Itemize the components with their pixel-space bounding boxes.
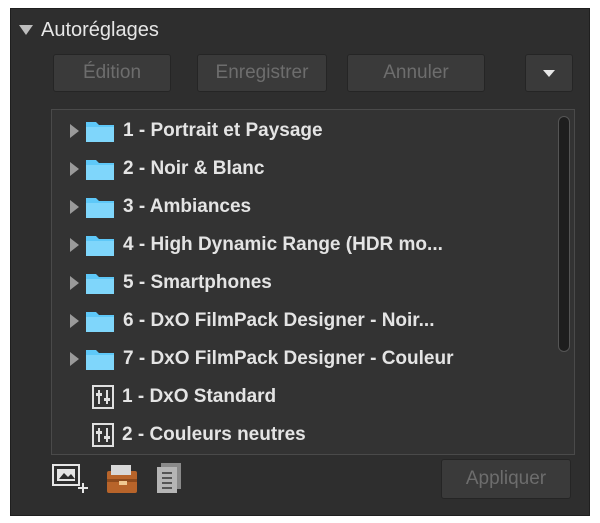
preset-folder-row[interactable]: 4 - High Dynamic Range (HDR mo...	[52, 226, 552, 264]
import-preset-icon[interactable]	[103, 461, 143, 495]
folder-label: 7 - DxO FilmPack Designer - Couleur	[123, 348, 454, 369]
folder-icon	[86, 236, 114, 256]
preset-folder-row[interactable]: 5 - Smartphones	[52, 264, 552, 302]
folder-icon	[86, 350, 114, 370]
export-preset-icon[interactable]	[153, 461, 193, 495]
folder-icon	[86, 160, 114, 180]
preset-item-row[interactable]: 2 - Couleurs neutres	[52, 416, 552, 454]
preset-item-row[interactable]: 1 - DxO Standard	[52, 378, 552, 416]
presets-panel: Autoréglages Édition Enregistrer Annuler…	[10, 8, 590, 516]
preset-label: 1 - DxO Standard	[122, 386, 277, 407]
presets-tree[interactable]: 1 - Portrait et Paysage 2 - Noir & Blanc…	[51, 109, 575, 455]
panel-header[interactable]: Autoréglages	[19, 15, 159, 45]
panel-title: Autoréglages	[41, 18, 159, 41]
folder-label: 4 - High Dynamic Range (HDR mo...	[123, 234, 443, 255]
edit-button[interactable]: Édition	[53, 54, 171, 92]
cancel-button[interactable]: Annuler	[347, 54, 485, 92]
apply-button[interactable]: Appliquer	[441, 459, 571, 499]
folder-label: 5 - Smartphones	[123, 272, 272, 293]
vertical-scrollbar[interactable]	[558, 116, 570, 352]
folder-icon	[86, 312, 114, 332]
folder-label: 1 - Portrait et Paysage	[123, 120, 323, 141]
folder-icon	[86, 122, 114, 142]
expand-arrow-icon[interactable]	[70, 314, 79, 328]
options-dropdown-button[interactable]	[525, 54, 573, 92]
save-button[interactable]: Enregistrer	[197, 54, 327, 92]
preset-folder-row[interactable]: 6 - DxO FilmPack Designer - Noir...	[52, 302, 552, 340]
folder-label: 6 - DxO FilmPack Designer - Noir...	[123, 310, 435, 331]
preset-sliders-icon	[92, 385, 114, 409]
preset-folder-row[interactable]: 3 - Ambiances	[52, 188, 552, 226]
chevron-down-icon	[543, 69, 555, 77]
preset-folder-row[interactable]: 1 - Portrait et Paysage	[52, 112, 552, 150]
preset-sliders-icon	[92, 423, 114, 447]
new-preset-icon[interactable]	[51, 461, 91, 495]
preset-folder-row[interactable]: 2 - Noir & Blanc	[52, 150, 552, 188]
expand-arrow-icon[interactable]	[70, 238, 79, 252]
folder-label: 2 - Noir & Blanc	[123, 158, 265, 179]
folder-icon	[86, 198, 114, 218]
preset-label: 2 - Couleurs neutres	[122, 424, 306, 445]
expand-arrow-icon[interactable]	[70, 162, 79, 176]
expand-arrow-icon[interactable]	[70, 200, 79, 214]
expand-arrow-icon[interactable]	[70, 124, 79, 138]
expand-arrow-icon[interactable]	[70, 276, 79, 290]
collapse-triangle-icon[interactable]	[19, 25, 33, 35]
preset-folder-row[interactable]: 7 - DxO FilmPack Designer - Couleur	[52, 340, 552, 378]
folder-icon	[86, 274, 114, 294]
folder-label: 3 - Ambiances	[123, 196, 252, 217]
expand-arrow-icon[interactable]	[70, 352, 79, 366]
